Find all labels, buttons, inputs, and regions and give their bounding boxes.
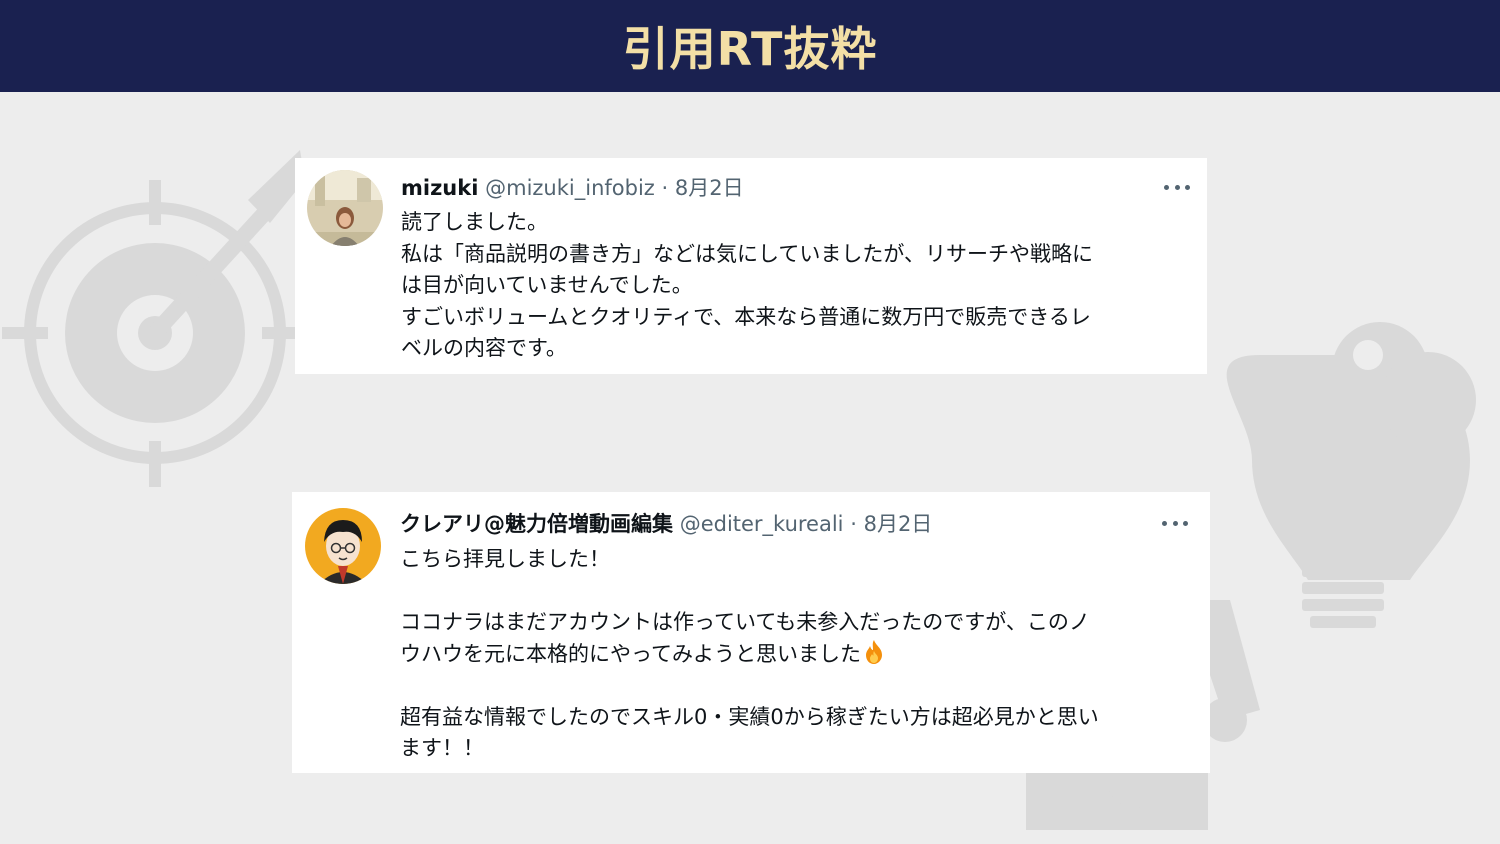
display-name[interactable]: クレアリ@魅力倍増動画編集 xyxy=(400,512,673,536)
user-handle[interactable]: @mizuki_infobiz xyxy=(485,176,655,200)
tweet-card: クレアリ@魅力倍増動画編集 @editer_kureali · 8月2日 こちら… xyxy=(292,492,1210,773)
ellipsis-icon[interactable] xyxy=(1164,180,1190,194)
avatar-photo xyxy=(307,170,383,246)
tweet-line: 超有益な情報でしたのでスキル0・実績0から稼ぎたい方は超必見かと思い xyxy=(400,704,1099,729)
avatar-illustration xyxy=(305,508,381,584)
tweet-line-text: ウハウを元に本格的にやってみようと思いました xyxy=(400,641,861,666)
avatar[interactable] xyxy=(305,508,381,584)
avatar[interactable] xyxy=(307,170,383,246)
page-header: 引用RT抜粋 xyxy=(0,0,1500,92)
separator: · xyxy=(850,512,857,536)
tweet-header: mizuki @mizuki_infobiz · 8月2日 xyxy=(401,174,744,202)
fire-emoji-icon xyxy=(865,639,882,664)
tweet-line: 読了しました。 xyxy=(401,210,548,234)
ellipsis-icon[interactable] xyxy=(1162,516,1188,530)
tweet-card: mizuki @mizuki_infobiz · 8月2日 読了しました。 私は… xyxy=(295,158,1207,374)
tweet-line: すごいボリュームとクオリティで、本来なら普通に数万円で販売できるレ xyxy=(401,304,1091,329)
tweet-line: は目が向いていませんでした。 xyxy=(401,273,693,297)
tweet-line: 私は「商品説明の書き方」などは気にしていましたが、リサーチや戦略に xyxy=(401,241,1093,266)
tweet-text: こちら拝見しました！ ココナラはまだアカウントは作っていても未参入だったのですが… xyxy=(400,544,1099,765)
tweet-date[interactable]: 8月2日 xyxy=(675,176,744,200)
tweet-line: ココナラはまだアカウントは作っていても未参入だったのですが、このノ xyxy=(400,610,1090,634)
tweet-header: クレアリ@魅力倍増動画編集 @editer_kureali · 8月2日 xyxy=(400,510,932,538)
target-arrow-icon xyxy=(2,150,308,487)
tweet-line: こちら拝見しました！ xyxy=(400,547,610,571)
separator: · xyxy=(661,176,669,200)
page-title: 引用RT抜粋 xyxy=(622,22,878,76)
tweet-text: 読了しました。 私は「商品説明の書き方」などは気にしていましたが、リサーチや戦略… xyxy=(401,207,1093,365)
tweet-date[interactable]: 8月2日 xyxy=(864,512,933,536)
tweet-line-with-emoji: ウハウを元に本格的にやってみようと思いました xyxy=(400,639,1099,671)
display-name[interactable]: mizuki xyxy=(401,176,478,200)
tweet-line: ます！！ xyxy=(400,736,484,760)
tweet-line: ベルの内容です。 xyxy=(401,336,567,360)
user-handle[interactable]: @editer_kureali xyxy=(680,512,844,536)
